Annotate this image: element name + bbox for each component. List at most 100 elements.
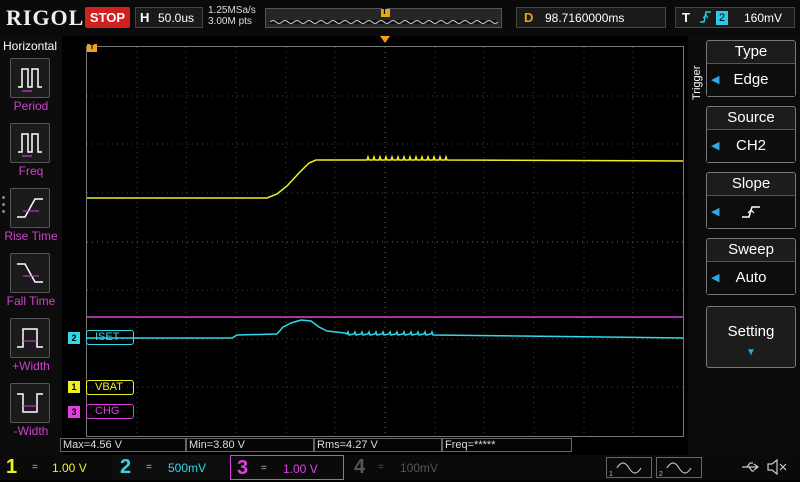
ch4-status[interactable]: 4 = 100mV [346,455,458,480]
type-title: Type [707,41,795,64]
sweep-value-text: Auto [735,269,767,286]
setting-label: Setting [727,323,775,340]
frequency-icon [18,133,42,157]
trigger-type-menu[interactable]: Type ◀ Edge [706,40,796,97]
positive-width-icon [17,328,43,348]
measure-min: Min=3.80 V [186,438,314,452]
ch1-offset-marker[interactable]: 1 [68,381,80,393]
top-status-bar: RIGOL STOP H 50.0us 1.25MSa/s 3.00M pts … [0,0,800,36]
menu-title: Horizontal [3,39,58,53]
graticule [87,47,683,436]
ch3-scale: 1.00 V [283,462,318,476]
ch4-number: 4 [354,456,366,478]
source-title: Source [707,107,795,130]
svg-text:2: 2 [659,471,663,477]
positive-width-measure-button[interactable] [10,318,50,358]
delay-letter: D [524,10,534,25]
trigger-position-arrow-icon [380,36,390,43]
timebase-letter: H [140,10,150,25]
horizontal-measure-menu: Horizontal Period Freq Rise Time Fall Ti… [0,36,62,456]
ch4-coupling: = [378,462,384,473]
period-measure-button[interactable] [10,58,50,98]
left-arrow-icon: ◀ [711,74,720,86]
ch3-coupling: = [261,463,267,474]
type-value: ◀ Edge [707,64,795,96]
type-value-text: Edge [733,71,769,88]
memory-depth: 3.00M pts [208,16,252,27]
left-arrow-icon: ◀ [711,206,720,218]
sine-wave-icon: 1 [609,462,642,478]
trigger-sweep-menu[interactable]: Sweep ◀ Auto [706,238,796,295]
sweep-value: ◀ Auto [707,262,795,294]
ch3-label-tag: CHG [86,404,134,419]
left-arrow-icon: ◀ [711,272,720,284]
ch2-status[interactable]: 2 = 500mV [112,455,228,480]
slope-value: ◀ [707,196,795,228]
run-stop-status[interactable]: STOP [85,7,130,28]
trigger-slope-menu[interactable]: Slope ◀ [706,172,796,229]
rising-edge-icon [698,9,712,28]
brand-logo: RIGOL [6,5,85,30]
trigger-letter: T [682,10,690,25]
down-arrow-icon: ▼ [746,347,756,358]
memory-window-bar[interactable]: T [265,7,502,28]
freq-label: Freq [18,164,44,178]
trigger-channel-badge: 2 [716,11,728,25]
measure-rms: Rms=4.27 V [314,438,442,452]
usb-icon [742,462,759,472]
ch1-label-tag: VBAT [86,380,134,395]
speaker-muted-icon[interactable] [766,458,788,476]
rise-time-icon [17,198,43,218]
trigger-setting-button[interactable]: Setting ▼ [706,306,796,368]
trigger-level: 160mV [744,11,783,25]
ch2-offset-marker[interactable]: 2 [68,332,80,344]
fall-time-label: Fall Time [6,294,56,308]
ch2-number: 2 [120,456,132,478]
sample-rate-info: 1.25MSa/s 3.00M pts [208,5,256,27]
delay-box[interactable]: D 98.7160000ms [516,7,666,28]
negative-width-measure-button[interactable] [10,383,50,423]
rising-slope-icon [742,206,760,218]
waveform-display[interactable] [86,46,684,437]
delay-value: 98.7160000ms [545,11,625,25]
source1-button[interactable]: 1 [606,457,652,478]
ch3-status[interactable]: 3 = 1.00 V [230,455,344,480]
sweep-title: Sweep [707,239,795,262]
ch1-marker-icon: T [87,44,97,52]
trigger-position-marker: T [382,7,387,16]
sine-wave-icon: 2 [659,462,692,478]
source2-button[interactable]: 2 [656,457,702,478]
trigger-status-box[interactable]: T 2 160mV [675,7,795,28]
trigger-source-menu[interactable]: Source ◀ CH2 [706,106,796,163]
svg-text:1: 1 [609,471,613,477]
trigger-menu: Trigger Type ◀ Edge Source ◀ CH2 Slope ◀ S… [688,36,800,456]
ch3-offset-marker[interactable]: 3 [68,406,80,418]
measure-max: Max=4.56 V [60,438,186,452]
slope-title: Slope [707,173,795,196]
channel-status-bar: 1 = 1.00 V 2 = 500mV 3 = 1.00 V 4 = 100m… [0,455,800,480]
timebase-value: 50.0us [158,11,195,25]
ch1-status[interactable]: 1 = 1.00 V [0,455,113,480]
fall-time-icon [17,263,43,283]
negative-width-icon [17,393,43,413]
period-icon [18,68,42,92]
rise-time-label: Rise Time [4,229,58,243]
source-value-text: CH2 [735,137,766,154]
ch1-coupling: = [32,462,38,473]
freq-measure-button[interactable] [10,123,50,163]
source-value: ◀ CH2 [707,130,795,162]
trigger-menu-title: Trigger [691,65,703,100]
period-label: Period [13,99,49,113]
ch2-label-tag: ISET [86,330,134,345]
measure-freq: Freq=***** [442,438,572,452]
fall-time-measure-button[interactable] [10,253,50,293]
rise-time-measure-button[interactable] [10,188,50,228]
ch3-number: 3 [237,457,249,479]
positive-width-label: +Width [12,359,50,373]
ch4-scale: 100mV [400,461,439,475]
timebase-box[interactable]: H 50.0us [135,7,203,28]
left-arrow-icon: ◀ [711,140,720,152]
ch2-scale: 500mV [168,461,207,475]
ch1-number: 1 [6,456,18,478]
negative-width-label: -Width [13,424,49,438]
